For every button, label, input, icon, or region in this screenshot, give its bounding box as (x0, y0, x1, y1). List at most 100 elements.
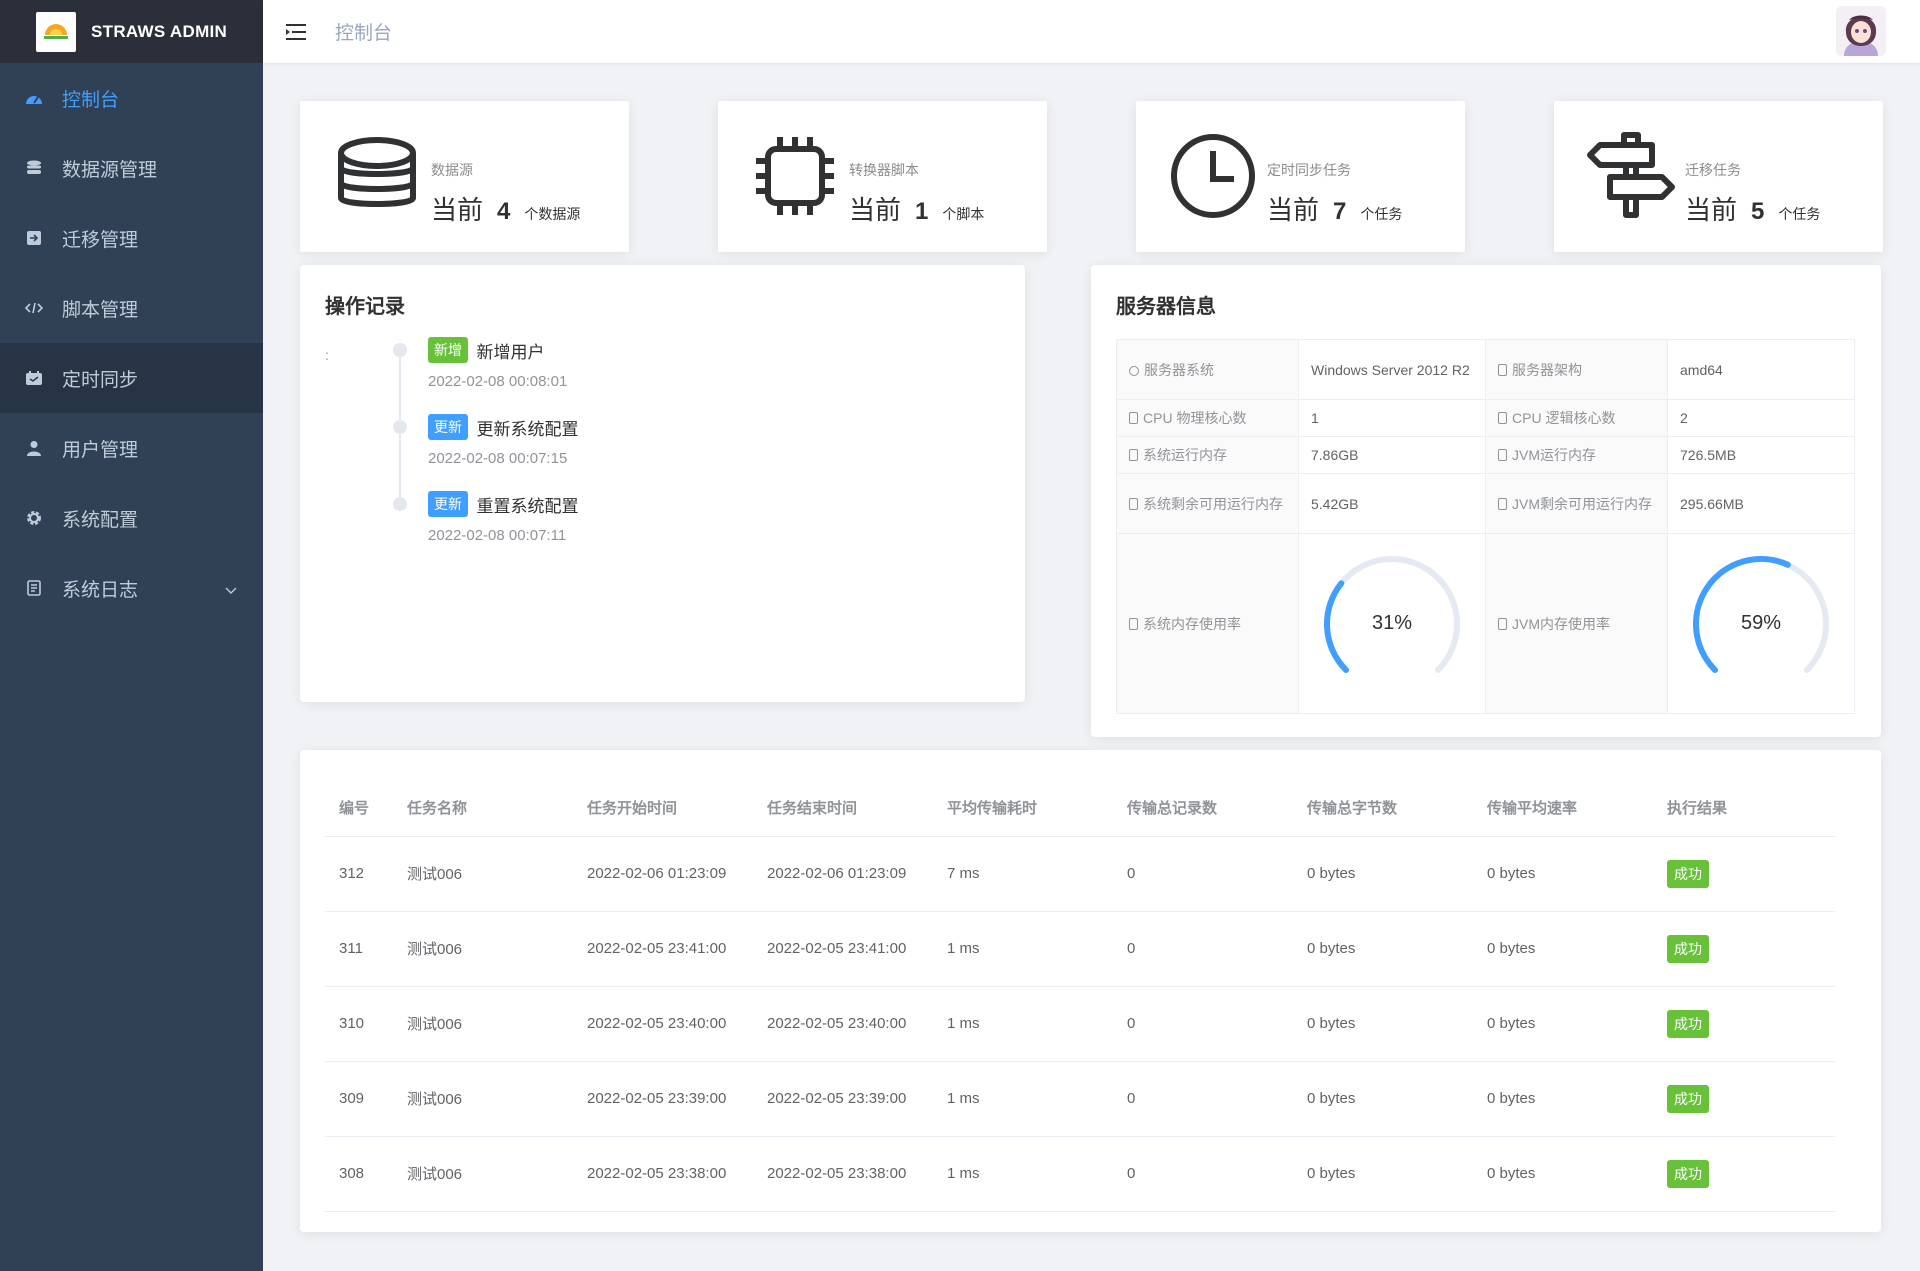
server-label: CPU 逻辑核心数 (1512, 410, 1616, 426)
task-table-panel: 编号 任务名称 任务开始时间 任务结束时间 平均传输耗时 传输总记录数 传输总字… (300, 750, 1881, 1232)
table-cell: 0 bytes (1473, 1061, 1653, 1137)
gauge-value: 31% (1371, 612, 1413, 634)
server-info-panel: 服务器信息 服务器系统 Windows Server 2012 R2 服务器架构… (1091, 265, 1881, 737)
tag-update: 更新 (428, 414, 468, 440)
table-row[interactable]: 311 测试006 2022-02-05 23:41:00 2022-02-05… (325, 911, 1835, 987)
sidebar-item-dashboard[interactable]: 控制台 (0, 63, 263, 133)
stat-card-migration[interactable]: 迁移任务 当前 5 个任务 (1554, 101, 1883, 252)
timeline-action: 重置系统配置 (476, 496, 579, 516)
server-value: Windows Server 2012 R2 (1298, 339, 1486, 400)
status-badge: 成功 (1667, 859, 1709, 888)
gauge-cell: 31% (1298, 533, 1486, 714)
table-cell: 测试006 (393, 1061, 573, 1137)
table-cell: 测试006 (393, 986, 573, 1062)
stat-value: 5 (1751, 198, 1765, 225)
timer-icon (24, 368, 44, 388)
status-badge: 成功 (1667, 1009, 1709, 1038)
stat-prefix: 当前 (849, 195, 902, 225)
stat-card-schedule[interactable]: 定时同步任务 当前 7 个任务 (1136, 101, 1465, 252)
column-header[interactable]: 传输总字节数 (1293, 780, 1473, 837)
sidebar-item-label: 系统日志 (62, 579, 139, 601)
navbar: 控制台 (263, 0, 1920, 63)
app-title: STRAWS ADMIN (91, 21, 228, 41)
table-row[interactable]: 309 测试006 2022-02-05 23:39:00 2022-02-05… (325, 1061, 1835, 1137)
timeline-time: 2022-02-08 00:08:01 (428, 373, 568, 390)
table-cell: 308 (325, 1136, 393, 1212)
column-header[interactable]: 传输总记录数 (1113, 780, 1293, 837)
column-header[interactable]: 平均传输耗时 (933, 780, 1113, 837)
timeline-dot (393, 497, 407, 511)
sidebar-item-label: 控制台 (62, 89, 120, 111)
menu-toggle-icon[interactable] (283, 19, 309, 45)
system-memory-gauge: 31% (1312, 544, 1472, 704)
server-label: CPU 物理核心数 (1143, 410, 1247, 426)
sidebar-item-schedule[interactable]: 定时同步 (0, 343, 263, 413)
server-row: 系统运行内存 7.86GB JVM运行内存 726.5MB (1116, 436, 1855, 474)
device-icon (1129, 412, 1138, 424)
timeline-time: 2022-02-08 00:07:11 (428, 527, 567, 544)
table-cell: 测试006 (393, 836, 573, 912)
sidebar-item-logs[interactable]: 系统日志 (0, 553, 263, 623)
result-cell: 成功 (1653, 986, 1835, 1062)
table-cell: 2022-02-05 23:41:00 (753, 911, 933, 987)
sidebar-item-label: 系统配置 (62, 509, 139, 531)
server-label: JVM剩余可用运行内存 (1512, 495, 1652, 512)
server-label-cell: 系统剩余可用运行内存 (1116, 473, 1299, 534)
column-header[interactable]: 编号 (325, 780, 393, 837)
stat-unit: 个任务 (1360, 206, 1403, 222)
server-label-cell: JVM剩余可用运行内存 (1485, 473, 1668, 534)
server-value: 295.66MB (1667, 473, 1855, 534)
stat-prefix: 当前 (1685, 195, 1738, 225)
server-label: 服务器架构 (1512, 361, 1582, 378)
sidebar-item-settings[interactable]: 系统配置 (0, 483, 263, 553)
import-icon (24, 228, 44, 248)
brand[interactable]: STRAWS ADMIN (0, 0, 263, 63)
server-row: 系统内存使用率 31% JVM内存使用率 59% (1116, 533, 1855, 714)
sidebar-item-users[interactable]: 用户管理 (0, 413, 263, 483)
jvm-memory-gauge: 59% (1681, 544, 1841, 704)
table-cell: 0 (1113, 1136, 1293, 1212)
stat-prefix: 当前 (431, 195, 484, 225)
server-value: 7.86GB (1298, 436, 1486, 474)
server-label-cell: JVM运行内存 (1485, 436, 1668, 474)
device-icon (1129, 497, 1138, 510)
stat-prefix: 当前 (1267, 195, 1320, 225)
server-label-cell: 服务器架构 (1485, 339, 1668, 400)
chip-icon (756, 137, 834, 215)
table-cell: 7 ms (933, 836, 1113, 912)
database-icon (338, 137, 416, 207)
timeline-dot (393, 343, 407, 357)
code-icon (24, 298, 44, 318)
column-header[interactable]: 传输平均速率 (1473, 780, 1653, 837)
table-cell: 0 bytes (1473, 986, 1653, 1062)
sidebar: STRAWS ADMIN 控制台 数据源管理 迁移管理 脚本管理 定时同步 用户… (0, 0, 263, 1271)
stat-card-script[interactable]: 转换器脚本 当前 1 个脚本 (718, 101, 1047, 252)
stat-card-datasource[interactable]: 数据源 当前 4 个数据源 (300, 101, 629, 252)
result-cell: 成功 (1653, 1061, 1835, 1137)
stat-label: 定时同步任务 (1267, 162, 1351, 178)
column-header[interactable]: 执行结果 (1653, 780, 1835, 837)
log-icon (24, 578, 44, 598)
column-header[interactable]: 任务结束时间 (753, 780, 933, 837)
table-cell: 0 (1113, 1061, 1293, 1137)
table-row[interactable]: 312 测试006 2022-02-06 01:23:09 2022-02-06… (325, 836, 1835, 912)
device-icon (1129, 617, 1138, 630)
table-cell: 0 (1113, 986, 1293, 1062)
stat-unit: 个任务 (1778, 206, 1821, 222)
server-label: 系统剩余可用运行内存 (1143, 495, 1283, 512)
column-header[interactable]: 任务开始时间 (573, 780, 753, 837)
table-cell: 2022-02-05 23:40:00 (573, 986, 753, 1062)
server-row: 系统剩余可用运行内存 5.42GB JVM剩余可用运行内存 295.66MB (1116, 473, 1855, 534)
table-row[interactable]: 310 测试006 2022-02-05 23:40:00 2022-02-05… (325, 986, 1835, 1062)
column-header[interactable]: 任务名称 (393, 780, 573, 837)
table-cell: 1 ms (933, 911, 1113, 987)
device-icon (1498, 363, 1507, 376)
sidebar-item-script[interactable]: 脚本管理 (0, 273, 263, 343)
panel-title: 服务器信息 (1116, 296, 1216, 318)
table-cell: 0 bytes (1473, 911, 1653, 987)
sidebar-item-datasource[interactable]: 数据源管理 (0, 133, 263, 203)
avatar[interactable] (1836, 6, 1886, 56)
sidebar-item-migration[interactable]: 迁移管理 (0, 203, 263, 273)
table-row[interactable]: 308 测试006 2022-02-05 23:38:00 2022-02-05… (325, 1136, 1835, 1212)
panel-title: 操作记录 (325, 296, 405, 318)
